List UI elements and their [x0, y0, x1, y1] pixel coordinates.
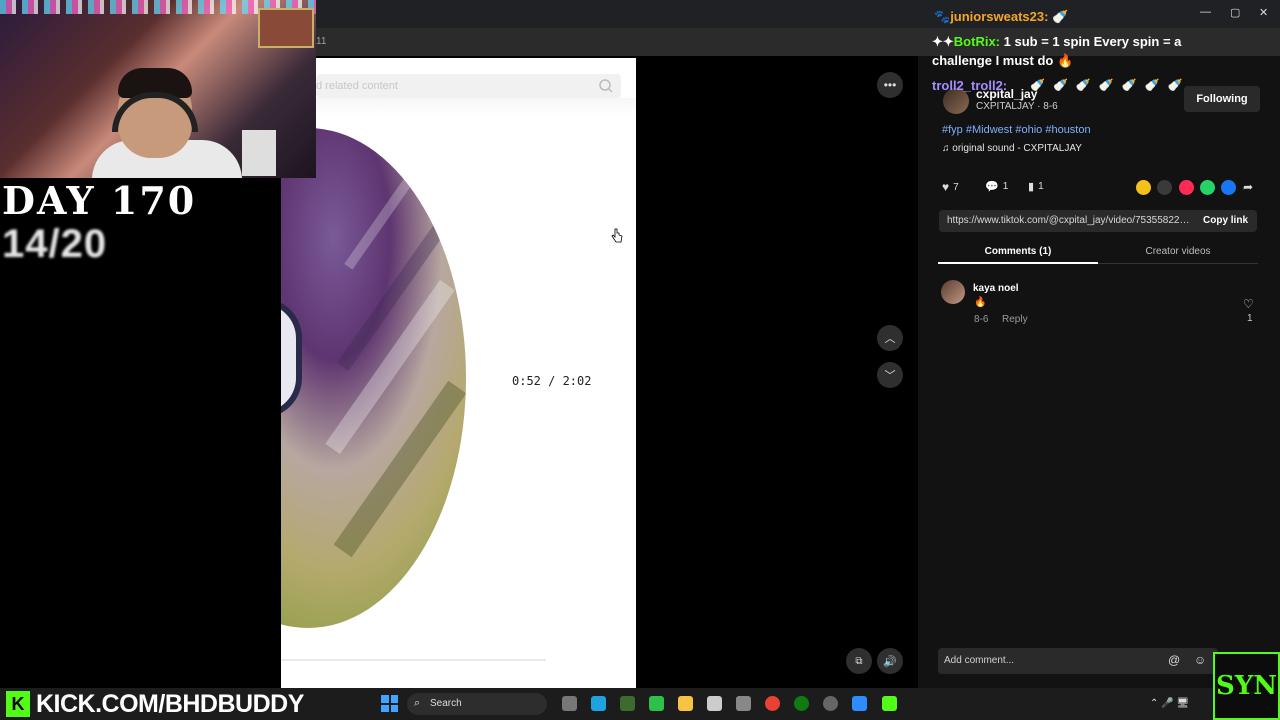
- app-icon-2[interactable]: [852, 696, 867, 711]
- store-icon[interactable]: [736, 696, 751, 711]
- embed-icon[interactable]: [1157, 180, 1172, 195]
- maximize-icon[interactable]: ▢: [1230, 6, 1240, 19]
- next-video-button[interactable]: ﹀: [877, 362, 903, 388]
- chevron-up-icon: ︿: [884, 333, 896, 345]
- bot-badge-icon: ✦✦: [932, 34, 954, 49]
- task-view-icon[interactable]: [562, 696, 577, 711]
- video-disc: [281, 128, 466, 628]
- kick-app-icon[interactable]: [882, 696, 897, 711]
- comment-date: 8-6: [974, 314, 989, 325]
- like-button[interactable]: ♥ 7: [942, 180, 959, 194]
- commenter-name[interactable]: kaya noel: [973, 283, 1019, 294]
- minimize-icon[interactable]: —: [1200, 6, 1211, 18]
- following-button[interactable]: Following: [1184, 86, 1260, 112]
- add-comment-input[interactable]: Add comment...: [944, 655, 1014, 666]
- search-icon[interactable]: [598, 78, 614, 94]
- webcam-feed: [0, 0, 316, 178]
- like-count: 7: [953, 181, 959, 193]
- copy-link-button[interactable]: Copy link: [1203, 215, 1248, 226]
- facebook-icon[interactable]: [1221, 180, 1236, 195]
- share-arrow-icon[interactable]: ➦: [1243, 180, 1253, 194]
- whatsapp-icon[interactable]: [1200, 180, 1215, 195]
- comment-like-count: 1: [1247, 313, 1253, 324]
- coin-icon[interactable]: [1136, 180, 1151, 195]
- kick-url: KICK.COM/BHDBUDDY: [36, 690, 304, 718]
- xbox-icon[interactable]: [794, 696, 809, 711]
- chrome-icon[interactable]: [765, 696, 780, 711]
- tab-creator-videos[interactable]: Creator videos: [1098, 240, 1258, 264]
- comment-bubble-icon: 💬: [985, 181, 999, 193]
- chat-username: troll2_troll2:: [932, 78, 1008, 93]
- hashtags[interactable]: #fyp #Midwest #ohio #houston: [942, 124, 1091, 136]
- music-title: original sound - CXPITALJAY: [952, 143, 1082, 154]
- bottle-icon: 🍼: [1052, 9, 1069, 24]
- more-options-button[interactable]: •••: [877, 72, 903, 98]
- mention-icon[interactable]: @: [1168, 653, 1180, 667]
- video-progress-bar[interactable]: [281, 659, 546, 661]
- save-button[interactable]: ▮ 1: [1028, 180, 1044, 193]
- video-link[interactable]: https://www.tiktok.com/@cxpital_jay/vide…: [947, 215, 1193, 226]
- kick-logo: K: [6, 691, 30, 717]
- search-icon: ⌕: [414, 697, 421, 709]
- file-explorer-icon[interactable]: [678, 696, 693, 711]
- search-input[interactable]: d related content: [316, 80, 398, 92]
- day-counter: DAY 170: [2, 178, 197, 223]
- chat-text: 1 sub = 1 spin Every spin = a: [1003, 34, 1182, 49]
- reply-button[interactable]: Reply: [1002, 314, 1028, 325]
- windows-start-icon[interactable]: [381, 695, 398, 712]
- save-count: 1: [1038, 181, 1044, 192]
- comment-button[interactable]: 💬 1: [985, 180, 1008, 193]
- header-divider: [281, 98, 636, 116]
- bookmark-icon: ▮: [1028, 181, 1035, 193]
- comment-text: 🔥: [974, 297, 987, 308]
- app-icon[interactable]: [823, 696, 838, 711]
- pip-icon: ⧉: [855, 655, 863, 667]
- comment-count: 1: [1002, 181, 1009, 192]
- chat-username: BotRix:: [953, 34, 1001, 49]
- taskbar-search[interactable]: [407, 693, 547, 715]
- music-note-icon: ♫: [942, 143, 953, 154]
- hand-cursor-icon: [611, 228, 623, 243]
- comment-heart-icon[interactable]: ♡: [1243, 297, 1254, 311]
- video-timecode: 0:52 / 2:02: [512, 374, 592, 388]
- chat-message-1: 🐾juniorsweats23: 🍼: [934, 9, 1068, 25]
- heart-icon: ♥: [942, 180, 950, 194]
- chat-message-3: troll2_troll2:: [932, 78, 1007, 93]
- taskbar-search-label[interactable]: Search: [430, 698, 462, 709]
- previous-video-button[interactable]: ︿: [877, 325, 903, 351]
- syn-logo: SYN: [1213, 652, 1280, 720]
- address-fragment[interactable]: 11: [316, 36, 326, 47]
- gaming-app-icon[interactable]: [649, 696, 664, 711]
- author-subtitle: CXPITALJAY · 8-6: [976, 101, 1058, 112]
- ellipsis-icon: •••: [883, 78, 897, 92]
- chat-emotes: 🍼🍼🍼🍼🍼🍼🍼: [1030, 78, 1191, 92]
- goal-counter: 14/20: [2, 222, 108, 266]
- system-tray[interactable]: ⌃ 🎤 🖥: [1150, 698, 1189, 709]
- commenter-avatar[interactable]: [941, 280, 965, 304]
- music-line[interactable]: ♫ original sound - CXPITALJAY: [942, 143, 1082, 154]
- steam-icon[interactable]: [707, 696, 722, 711]
- send-icon[interactable]: [1179, 180, 1194, 195]
- edge-icon[interactable]: [591, 696, 606, 711]
- chevron-down-icon: ﹀: [884, 370, 896, 382]
- nvidia-icon[interactable]: [620, 696, 635, 711]
- chat-message-2-cont: challenge I must do 🔥: [932, 53, 1074, 68]
- speaker-icon: 🔊: [883, 655, 897, 668]
- chat-username: juniorsweats23:: [950, 9, 1049, 24]
- paw-icon: 🐾: [934, 9, 951, 24]
- picture-in-picture-button[interactable]: ⧉: [846, 648, 872, 674]
- volume-button[interactable]: 🔊: [877, 648, 903, 674]
- video-frame[interactable]: [281, 116, 481, 636]
- close-icon[interactable]: ✕: [1259, 6, 1268, 19]
- chat-message-2: ✦✦BotRix: 1 sub = 1 spin Every spin = a: [932, 34, 1262, 50]
- emoji-icon[interactable]: ☺: [1194, 653, 1206, 667]
- tab-comments[interactable]: Comments (1): [938, 240, 1098, 264]
